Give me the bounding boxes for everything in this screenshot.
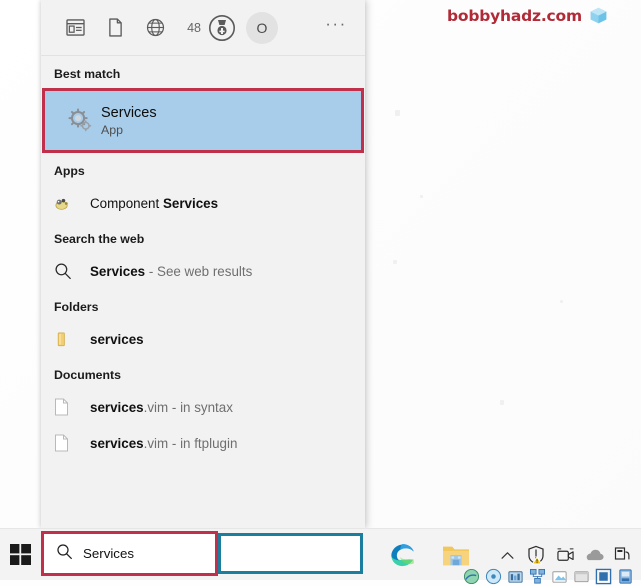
taskbar-pinned-apps — [385, 529, 473, 581]
rewards-points-count: 48 — [187, 20, 201, 35]
section-header-search-the-web: Search the web — [54, 232, 145, 246]
onedrive-cloud-icon[interactable] — [584, 544, 604, 566]
desktop-speckle — [393, 260, 397, 264]
result-label: services — [90, 332, 144, 347]
search-flyout-panel: 48 O ··· Best match Services App Apps Co… — [41, 0, 365, 528]
web-view-icon[interactable] — [135, 8, 175, 48]
result-document-services-vim-syntax[interactable]: services.vim - in syntax — [41, 389, 365, 425]
search-icon — [56, 543, 73, 565]
section-header-folders: Folders — [54, 300, 99, 314]
documents-view-icon[interactable] — [95, 8, 135, 48]
tray-overflow-icon-5[interactable] — [550, 567, 569, 586]
more-options-icon[interactable]: ··· — [317, 4, 355, 51]
result-suffix: - See web results — [145, 263, 253, 279]
apps-view-icon[interactable] — [55, 8, 95, 48]
tray-overflow-icon-1[interactable] — [462, 567, 481, 586]
start-button[interactable] — [0, 529, 41, 581]
desktop-speckle — [560, 300, 563, 303]
watermark-text: bobbyhadz.com — [447, 6, 582, 25]
best-match-result-services[interactable]: Services App — [42, 88, 364, 153]
result-label: Services - See web results — [90, 264, 252, 279]
document-icon — [54, 434, 90, 452]
cortana-annotation-box[interactable] — [218, 533, 363, 574]
desktop-speckle — [395, 110, 400, 116]
blue-cube-icon — [589, 6, 608, 25]
tray-overflow-icon-3[interactable] — [506, 567, 525, 586]
document-icon — [54, 398, 90, 416]
search-icon — [54, 262, 90, 280]
result-label: services.vim - in ftplugin — [90, 436, 237, 451]
component-services-icon — [54, 195, 90, 212]
result-label: services.vim - in syntax — [90, 400, 233, 415]
windows-security-warning-icon[interactable] — [526, 544, 546, 566]
section-header-apps: Apps — [54, 164, 85, 178]
search-results-list: Best match Services App Apps Component S… — [41, 56, 365, 461]
search-input-value[interactable]: Services — [83, 546, 134, 561]
search-panel-toolbar: 48 O ··· — [41, 0, 365, 56]
best-match-subtitle: App — [101, 122, 124, 137]
rewards-medal-icon[interactable] — [205, 8, 239, 48]
desktop-speckle — [500, 400, 504, 405]
camera-webcam-icon[interactable] — [555, 544, 575, 566]
result-bold: Services — [90, 263, 146, 279]
result-folder-services[interactable]: services — [41, 321, 365, 357]
taskbar-search-box[interactable]: Services — [41, 531, 218, 576]
result-document-services-vim-ftplugin[interactable]: services.vim - in ftplugin — [41, 425, 365, 461]
result-bold: services — [90, 399, 144, 415]
tray-overflow-popup — [462, 567, 635, 586]
section-header-best-match: Best match — [54, 67, 121, 81]
desktop-speckle — [420, 195, 423, 198]
tray-overflow-icon-7[interactable] — [594, 567, 613, 586]
result-suffix: .vim - in ftplugin — [143, 435, 238, 451]
folder-icon — [54, 331, 90, 348]
best-match-title: Services — [101, 104, 157, 121]
microsoft-edge-icon[interactable] — [385, 538, 419, 572]
user-account-avatar[interactable]: O — [239, 8, 285, 48]
result-label: Component Services — [90, 196, 218, 211]
tray-overflow-icon-2[interactable] — [484, 567, 503, 586]
tray-overflow-icon-6[interactable] — [572, 567, 591, 586]
best-match-labels: Services App — [101, 105, 157, 137]
network-icon[interactable] — [613, 544, 633, 566]
avatar-letter: O — [256, 19, 268, 36]
site-watermark: bobbyhadz.com — [447, 6, 608, 25]
result-bold: services — [90, 435, 144, 451]
avatar: O — [246, 11, 278, 44]
result-bold: services — [90, 331, 144, 347]
taskbar: Services — [0, 528, 641, 585]
result-web-search-services[interactable]: Services - See web results — [41, 253, 365, 289]
result-suffix: .vim - in syntax — [143, 399, 233, 415]
result-bold: Services — [162, 195, 219, 211]
services-gear-icon — [57, 107, 101, 134]
result-component-services[interactable]: Component Services — [41, 185, 365, 221]
tray-overflow-icon-8[interactable] — [616, 567, 635, 586]
windows-logo-icon — [10, 544, 31, 565]
show-hidden-icons-chevron-icon[interactable] — [497, 544, 517, 566]
tray-overflow-icon-4[interactable] — [528, 567, 547, 586]
section-header-documents: Documents — [54, 368, 121, 382]
result-prefix: Component — [90, 195, 163, 211]
